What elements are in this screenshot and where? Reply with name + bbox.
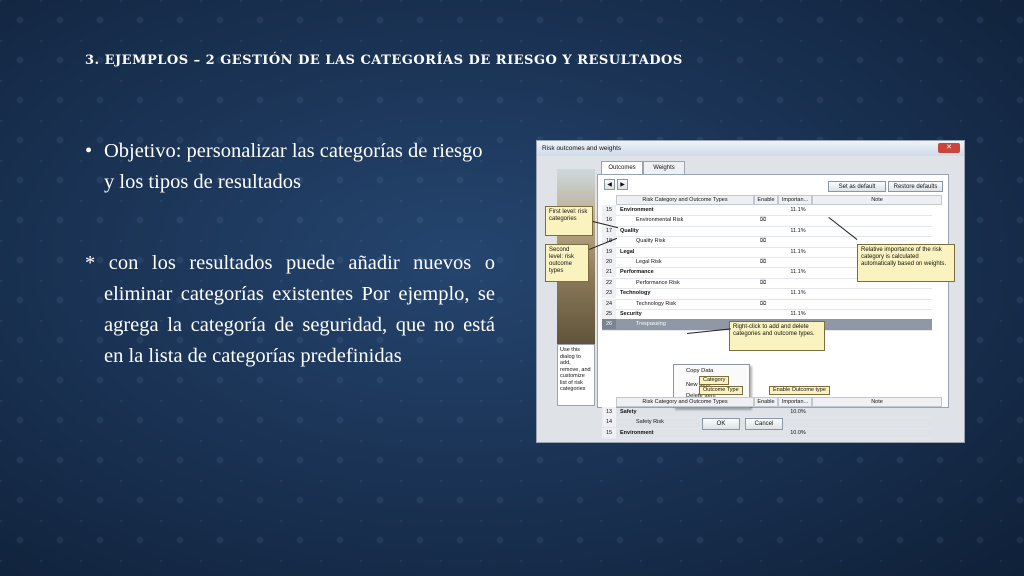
row-number: 24 [602, 298, 616, 309]
tag-category: Category [699, 376, 730, 385]
row-label: Security [620, 311, 642, 317]
ok-button[interactable]: OK [702, 418, 740, 430]
column-header-enable[interactable]: Enable [754, 195, 778, 205]
row-weight: 11.1% [790, 227, 806, 234]
bottom-column-header-note[interactable]: Note [812, 397, 942, 407]
callout-first-level: First level: risk categories [545, 206, 593, 236]
row-number: 22 [602, 277, 616, 288]
set-default-button[interactable]: Set as default [828, 181, 886, 192]
row-label: Safety Risk [636, 419, 664, 426]
bullet-results: * con los resultados puede añadir nuevos… [85, 248, 495, 372]
callout-second-level: Second level: risk outcome types [545, 244, 589, 282]
row-number: 23 [602, 288, 616, 299]
enable-checkbox[interactable]: ⌧ [753, 236, 773, 246]
close-icon[interactable]: ✕ [938, 143, 960, 153]
bullet-objective-text: Objetivo: personalizar las categorías de… [104, 140, 483, 193]
row-weight: 11.1% [790, 290, 806, 297]
enable-checkbox[interactable]: ⌧ [753, 215, 773, 225]
row-label: Technology [620, 290, 651, 297]
row-number: 13 [602, 407, 616, 417]
column-header-importance[interactable]: Importan... [778, 195, 812, 205]
enable-checkbox[interactable]: ⌧ [753, 278, 773, 288]
row-weight: 11.1% [790, 269, 806, 276]
bullet-objective: • Objetivo: personalizar las categorías … [85, 136, 495, 198]
row-number: 20 [602, 257, 616, 267]
dialog-titlebar: Risk outcomes and weights ✕ [537, 141, 964, 156]
row-label: Performance Risk [636, 279, 680, 286]
cancel-button[interactable]: Cancel [745, 418, 783, 430]
risk-outcomes-dialog: Risk outcomes and weights ✕ Outcomes Wei… [536, 140, 965, 443]
restore-defaults-button[interactable]: Restore defaults [888, 181, 943, 192]
row-number: 14 [602, 417, 616, 428]
row-number: 25 [602, 309, 616, 319]
enable-checkbox[interactable]: ⌧ [753, 299, 773, 309]
row-weight: 11.1% [790, 311, 806, 317]
row-weight: 10.0% [790, 409, 806, 415]
row-number: 21 [602, 267, 616, 278]
callout-right-click: Right-click to add and delete categories… [729, 321, 825, 351]
callout-relative-importance: Relative importance of the risk category… [857, 244, 955, 282]
row-label: Environment [620, 429, 654, 436]
enable-checkbox[interactable]: ⌧ [753, 257, 773, 267]
row-number: 26 [602, 319, 616, 330]
menu-item-copy-data[interactable]: Copy Data [686, 368, 713, 374]
row-weight: 11.1% [790, 207, 806, 213]
help-box: Use this dialog to add, remove, and cust… [557, 344, 595, 406]
bullet-marker: • [85, 140, 93, 162]
row-label: Quality [620, 227, 639, 234]
row-weight: 10.0% [790, 429, 806, 436]
row-label: Legal Risk [636, 259, 662, 265]
row-label: Trespassing [636, 321, 666, 328]
bullet-results-text: * con los resultados puede añadir nuevos… [85, 252, 495, 367]
outcomes-panel: ◀ ▶ Set as default Restore defaults Risk… [597, 174, 949, 440]
row-weight: 11.1% [790, 248, 806, 255]
column-header-category[interactable]: Risk Category and Outcome Types [616, 195, 754, 205]
row-label: Safety [620, 409, 637, 415]
arrow-right-icon[interactable]: ▶ [617, 179, 628, 190]
tag-enable-outcome: Enable Outcome type [769, 386, 830, 395]
dialog-title: Risk outcomes and weights [542, 145, 622, 152]
row-label: Performance [620, 269, 654, 276]
row-label: Environmental Risk [636, 217, 684, 224]
column-header-note[interactable]: Note [812, 195, 942, 205]
arrow-left-icon[interactable]: ◀ [604, 179, 615, 190]
row-label: Technology Risk [636, 300, 677, 307]
tag-outcome-type: Outcome Type [699, 386, 743, 395]
tab-weights[interactable]: Weights [643, 161, 685, 175]
slide-title: 3. EJEMPLOS – 2 GESTIÓN DE LAS CATEGORÍA… [85, 53, 683, 68]
row-number: 19 [602, 246, 616, 257]
bottom-column-header-category[interactable]: Risk Category and Outcome Types [616, 397, 754, 407]
row-number: 15 [602, 205, 616, 215]
row-label: Environment [620, 207, 654, 213]
row-label: Legal [620, 248, 635, 255]
tab-outcomes[interactable]: Outcomes [601, 161, 643, 175]
row-number: 15 [602, 427, 616, 438]
bottom-column-header-importance[interactable]: Importan... [778, 397, 812, 407]
row-label: Quality Risk [636, 238, 666, 245]
bottom-column-header-enable[interactable]: Enable [754, 397, 778, 407]
